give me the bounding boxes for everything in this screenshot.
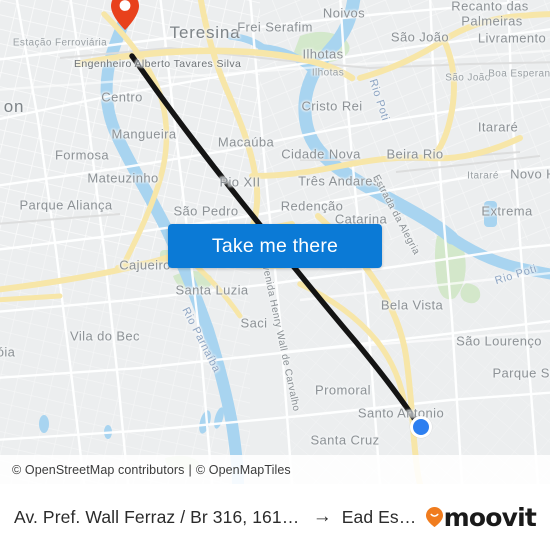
origin-map-pin-icon[interactable] (111, 0, 139, 30)
map-attribution-bar: © OpenStreetMap contributors | © OpenMap… (0, 455, 550, 484)
osm-attribution-link[interactable]: © OpenStreetMap contributors (12, 463, 185, 477)
route-summary[interactable]: Av. Pref. Wall Ferraz / Br 316, 1613 | M… (14, 506, 420, 528)
moovit-logo[interactable]: moovit (425, 502, 537, 532)
attribution-separator: | (188, 462, 192, 477)
destination-location-dot-icon[interactable] (410, 416, 432, 438)
moovit-map-page: Estação Ferroviária Teresina Frei Serafim N… (0, 0, 550, 550)
route-footer-bar: Av. Pref. Wall Ferraz / Br 316, 1613 | M… (0, 484, 550, 550)
take-me-there-button[interactable]: Take me there (168, 224, 382, 268)
map-canvas[interactable]: Estação Ferroviária Teresina Frei Serafim N… (0, 0, 550, 484)
arrow-right-icon: → (312, 506, 332, 527)
moovit-wordmark: moovit (443, 502, 537, 532)
openmaptiles-attribution-link[interactable]: © OpenMapTiles (196, 463, 291, 477)
route-destination-label: Ead Está... (341, 506, 420, 527)
route-origin-label: Av. Pref. Wall Ferraz / Br 316, 1613 | M… (14, 506, 303, 527)
moovit-drop-icon (425, 507, 443, 527)
